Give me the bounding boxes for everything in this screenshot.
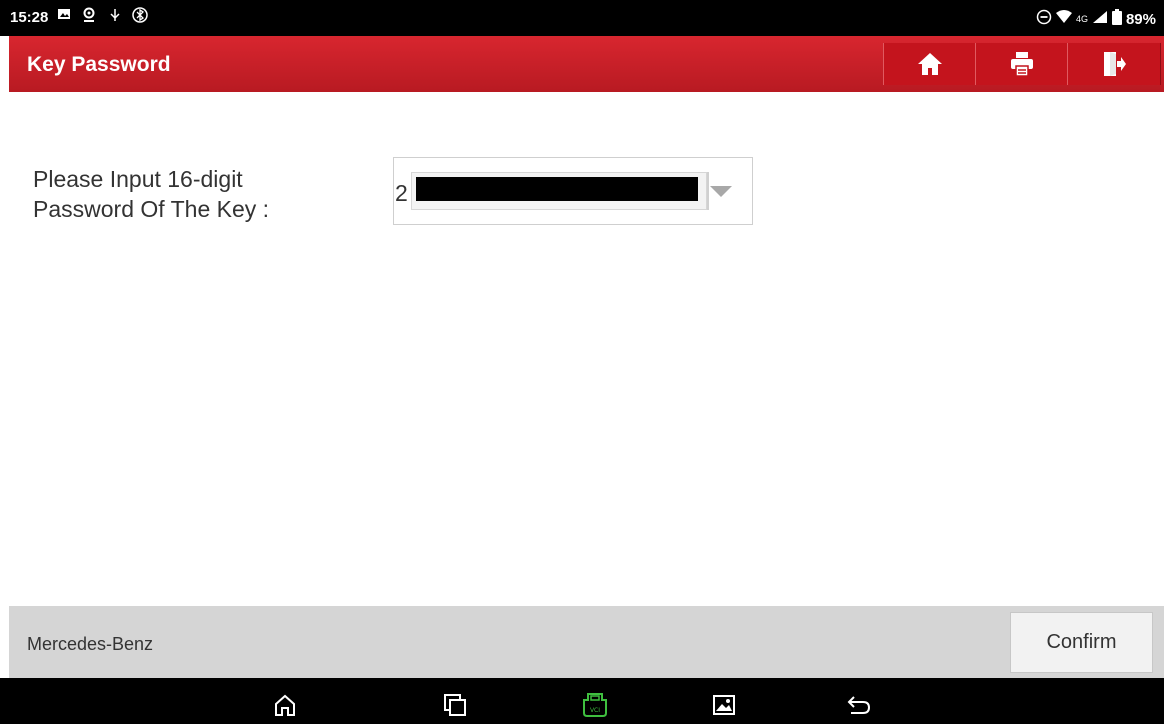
network-type: 4G — [1075, 14, 1088, 24]
usb-icon — [107, 7, 123, 23]
battery-percent: 89% — [1125, 10, 1156, 28]
password-value-prefix: 2 — [395, 180, 408, 206]
vehicle-brand: Mercedes-Benz — [27, 634, 154, 654]
status-bar: 15:28 4G 89% — [0, 0, 1164, 36]
home-icon — [918, 53, 942, 75]
combo-divider — [707, 172, 709, 210]
wifi-icon — [1055, 10, 1072, 28]
navigation-bar: VCI — [0, 678, 1164, 724]
print-icon — [1011, 52, 1033, 77]
dnd-icon — [1036, 9, 1052, 29]
image-icon — [57, 7, 73, 23]
exit-icon — [1104, 52, 1126, 76]
print-button[interactable] — [975, 43, 1069, 85]
recents-icon[interactable] — [442, 692, 468, 718]
password-combobox[interactable]: 2 — [393, 157, 753, 225]
status-notification-icons — [57, 7, 148, 23]
battery-icon — [1111, 9, 1122, 29]
screenshot-icon[interactable] — [711, 692, 737, 718]
confirm-button[interactable]: Confirm — [1010, 612, 1153, 673]
page-title: Key Password — [27, 53, 171, 76]
svg-text:VCI: VCI — [590, 707, 600, 714]
status-time: 15:28 — [10, 9, 49, 26]
chevron-down-icon[interactable] — [710, 186, 732, 197]
prompt-line-1: Please Input 16-digit — [33, 166, 243, 192]
status-right-group: 4G 89% — [1036, 9, 1156, 29]
exit-button[interactable] — [1067, 43, 1161, 85]
home-button[interactable] — [883, 43, 977, 85]
prompt-line-2: Password Of The Key : — [33, 196, 270, 222]
vci-icon[interactable]: VCI — [582, 692, 608, 718]
location-icon — [82, 7, 98, 23]
back-icon[interactable] — [846, 692, 872, 718]
signal-icon — [1092, 10, 1108, 28]
password-prompt: Please Input 16-digit Password Of The Ke… — [33, 164, 353, 224]
title-bar: Key Password — [9, 36, 1164, 92]
home-nav-icon[interactable] — [272, 692, 298, 718]
bottom-bar: Mercedes-Benz Confirm — [9, 606, 1164, 678]
bluetooth-icon — [132, 7, 148, 23]
redaction-mask — [416, 177, 698, 201]
